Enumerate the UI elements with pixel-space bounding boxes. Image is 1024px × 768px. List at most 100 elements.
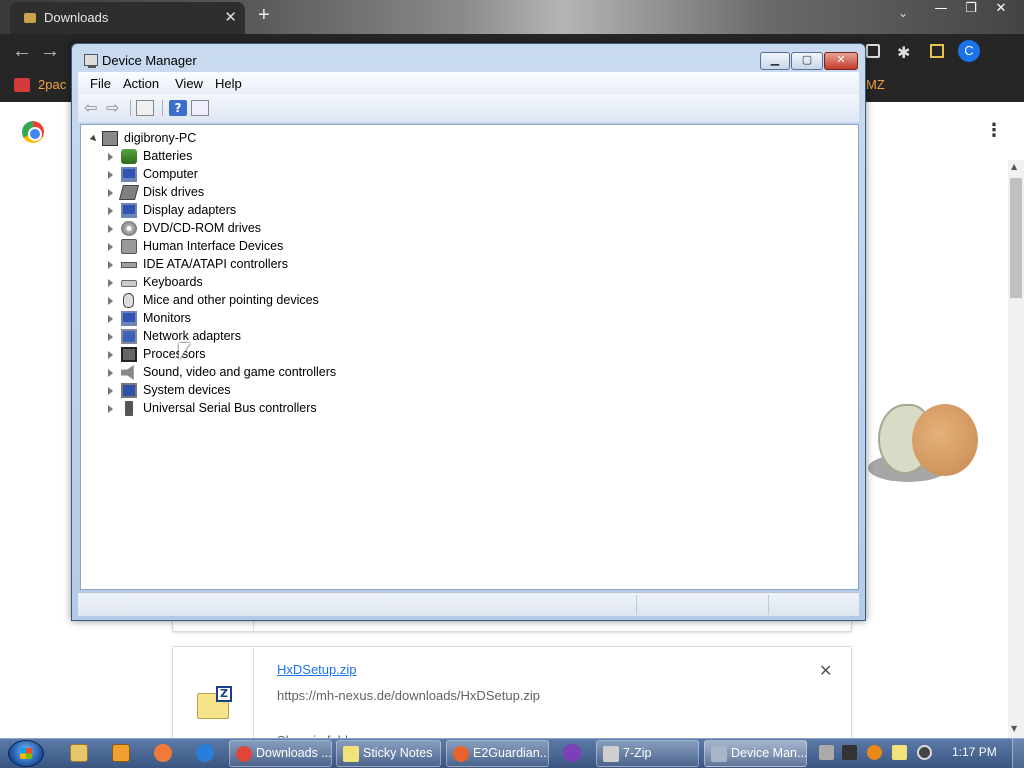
task-sticky-notes[interactable]: Sticky Notes bbox=[336, 740, 441, 767]
maximize-button[interactable]: ▢ bbox=[791, 52, 823, 70]
more-options-icon[interactable]: ⋮ bbox=[985, 120, 1003, 141]
tray-app-icon[interactable] bbox=[819, 745, 834, 760]
expand-triangle-icon[interactable] bbox=[108, 171, 113, 179]
tree-item-label: Human Interface Devices bbox=[143, 239, 284, 253]
side-panel-icon[interactable] bbox=[930, 44, 944, 58]
new-tab-button[interactable]: + bbox=[258, 4, 270, 27]
menu-file[interactable]: File bbox=[90, 76, 111, 91]
puzzle-extensions-icon[interactable]: ✱ bbox=[897, 43, 910, 62]
task-chrome-downloads[interactable]: Downloads ... bbox=[229, 740, 332, 767]
collapse-triangle-icon[interactable] bbox=[89, 134, 99, 144]
zip-file-icon: Z bbox=[197, 686, 232, 719]
show-desktop-button[interactable] bbox=[1012, 738, 1024, 768]
expand-triangle-icon[interactable] bbox=[108, 333, 113, 341]
battery-icon bbox=[121, 149, 137, 164]
disk-drive-icon bbox=[118, 185, 140, 200]
menu-bar: File Action View Help bbox=[78, 72, 859, 94]
chevron-down-icon[interactable]: ⌄ bbox=[898, 6, 908, 20]
menu-view[interactable]: View bbox=[175, 76, 203, 91]
back-arrow-icon[interactable]: ← bbox=[12, 40, 32, 63]
start-button[interactable] bbox=[8, 740, 44, 767]
tree-item-label: System devices bbox=[143, 383, 231, 397]
sticky-notes-icon bbox=[343, 746, 359, 762]
desktop-pet-hamster bbox=[868, 396, 980, 488]
internet-explorer-pinned-icon[interactable] bbox=[196, 744, 214, 762]
scroll-down-icon[interactable]: ▼ bbox=[1011, 724, 1017, 733]
remove-download-icon[interactable]: ✕ bbox=[819, 661, 832, 680]
profile-avatar[interactable]: C bbox=[958, 40, 980, 62]
expand-triangle-icon[interactable] bbox=[108, 279, 113, 287]
tray-search-icon[interactable] bbox=[867, 745, 882, 760]
mouse-cursor-icon bbox=[179, 343, 190, 360]
back-arrow-icon[interactable]: ⇦ bbox=[84, 100, 102, 116]
window-titlebar[interactable]: Device Manager ▁ ▢ ✕ bbox=[72, 44, 865, 74]
tray-notes-icon[interactable] bbox=[892, 745, 907, 760]
extension-icon[interactable] bbox=[866, 44, 880, 58]
expand-triangle-icon[interactable] bbox=[108, 387, 113, 395]
tree-item-label: Monitors bbox=[143, 311, 191, 325]
help-icon[interactable]: ? bbox=[169, 100, 187, 116]
dvd-drive-icon bbox=[121, 221, 137, 236]
ide-controller-icon bbox=[121, 262, 137, 268]
expand-triangle-icon[interactable] bbox=[108, 189, 113, 197]
properties-icon[interactable] bbox=[136, 100, 154, 116]
bookmark-item-right[interactable]: MZ bbox=[866, 77, 885, 92]
close-icon[interactable]: ✕ bbox=[986, 0, 1016, 18]
forward-arrow-icon[interactable]: → bbox=[40, 40, 60, 63]
expand-triangle-icon[interactable] bbox=[108, 315, 113, 323]
bookmark-favicon-icon bbox=[14, 78, 30, 92]
minimize-button[interactable]: ▁ bbox=[760, 52, 790, 70]
expand-triangle-icon[interactable] bbox=[108, 225, 113, 233]
task-label: Sticky Notes bbox=[363, 746, 433, 760]
tree-item-label: Disk drives bbox=[143, 185, 205, 199]
menu-action[interactable]: Action bbox=[123, 76, 159, 91]
tray-tools-icon[interactable] bbox=[842, 745, 857, 760]
expand-triangle-icon[interactable] bbox=[108, 405, 113, 413]
hid-icon bbox=[121, 239, 137, 254]
tree-item-label: Network adapters bbox=[143, 329, 241, 343]
seven-zip-icon bbox=[603, 746, 619, 762]
browser-tab-downloads[interactable]: Downloads ✕ bbox=[10, 2, 245, 34]
explorer-pinned-icon[interactable] bbox=[70, 744, 88, 762]
device-tree[interactable]: digibrony-PC Batteries Computer Disk dri… bbox=[80, 124, 859, 590]
task-label: E2Guardian... bbox=[473, 746, 549, 760]
task-device-manager[interactable]: Device Man... bbox=[704, 740, 807, 767]
zip-letter: Z bbox=[216, 686, 232, 702]
expand-triangle-icon[interactable] bbox=[108, 369, 113, 377]
expand-triangle-icon[interactable] bbox=[108, 261, 113, 269]
toolbar: ⇦ ⇨ ? bbox=[78, 94, 859, 122]
expand-triangle-icon[interactable] bbox=[108, 207, 113, 215]
firefox-pinned-icon[interactable] bbox=[154, 744, 172, 762]
scan-hardware-icon[interactable] bbox=[191, 100, 209, 116]
menu-help[interactable]: Help bbox=[215, 76, 242, 91]
taskbar-clock[interactable]: 1:17 PM bbox=[952, 745, 997, 759]
restore-icon[interactable]: ❐ bbox=[956, 0, 986, 18]
tree-item-label: DVD/CD-ROM drives bbox=[143, 221, 262, 235]
task-7zip[interactable]: 7-Zip bbox=[596, 740, 699, 767]
tree-item-label: Processors bbox=[143, 347, 206, 361]
task-e2guardian[interactable]: E2Guardian... bbox=[446, 740, 549, 767]
forward-arrow-icon[interactable]: ⇨ bbox=[106, 100, 124, 116]
expand-triangle-icon[interactable] bbox=[108, 297, 113, 305]
expand-triangle-icon[interactable] bbox=[108, 351, 113, 359]
expand-triangle-icon[interactable] bbox=[108, 153, 113, 161]
computer-icon bbox=[121, 167, 137, 182]
download-file-link[interactable]: HxDSetup.zip bbox=[277, 662, 356, 677]
close-tab-icon[interactable]: ✕ bbox=[224, 8, 237, 26]
tray-volume-icon[interactable] bbox=[917, 745, 932, 760]
app-pinned-icon[interactable] bbox=[563, 744, 581, 762]
expand-triangle-icon[interactable] bbox=[108, 243, 113, 251]
media-player-pinned-icon[interactable] bbox=[112, 744, 130, 762]
browser-window-controls: — ❐ ✕ bbox=[926, 0, 1016, 18]
scroll-up-icon[interactable]: ▲ bbox=[1011, 162, 1017, 171]
minimize-icon[interactable]: — bbox=[926, 0, 956, 18]
scrollbar-thumb[interactable] bbox=[1010, 178, 1022, 298]
task-label: 7-Zip bbox=[623, 746, 652, 760]
download-card-hxd: Z HxDSetup.zip https://mh-nexus.de/downl… bbox=[172, 646, 852, 747]
window-title: Device Manager bbox=[102, 53, 197, 68]
task-label: Device Man... bbox=[731, 746, 807, 760]
downloads-tab-favicon-icon bbox=[24, 13, 36, 23]
task-label: Downloads ... bbox=[256, 746, 332, 760]
chrome-icon bbox=[236, 746, 252, 762]
close-button[interactable]: ✕ bbox=[824, 52, 858, 70]
